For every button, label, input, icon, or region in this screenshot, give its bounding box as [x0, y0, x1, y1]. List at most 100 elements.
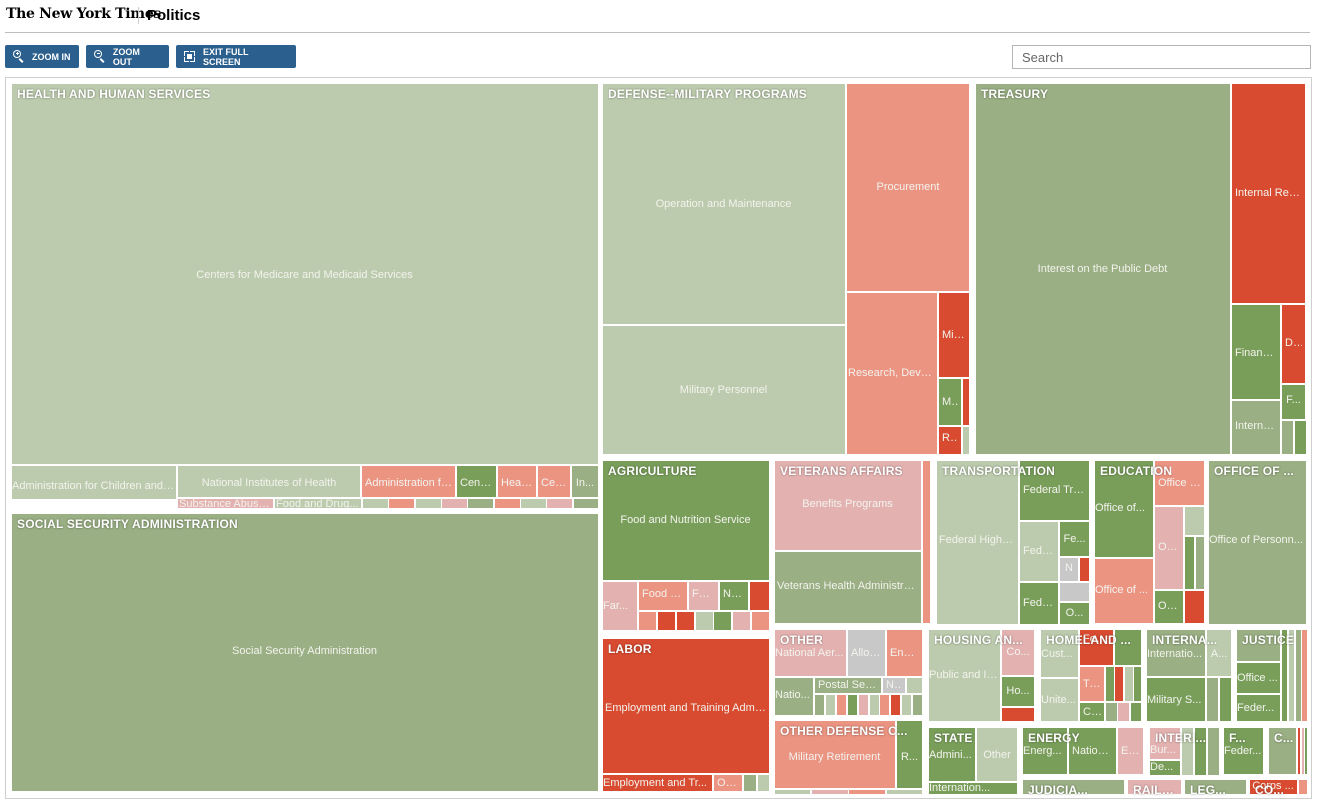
agency-cell-office-of-personn[interactable]: Office of Personn... — [1207, 459, 1307, 625]
agency-cell-military-s[interactable]: Military S... — [1145, 677, 1206, 722]
agency-cell-fede[interactable]: Fede... — [1019, 521, 1059, 582]
agency-cell[interactable] — [1304, 726, 1308, 775]
department-label[interactable]: SOCIAL SECURITY ADMINISTRATION — [17, 517, 238, 531]
department-label[interactable]: STATE — [934, 731, 973, 745]
agency-cell[interactable] — [1207, 726, 1220, 776]
agency-cell-allow[interactable]: Allow... — [847, 628, 886, 677]
department-label[interactable]: INTERNA... — [1152, 633, 1217, 647]
agency-cell[interactable] — [388, 498, 415, 510]
agency-cell[interactable] — [1114, 666, 1124, 702]
agency-cell-r[interactable]: R... — [938, 426, 962, 455]
agency-cell-offi[interactable]: Offi... — [1154, 506, 1184, 590]
department-label[interactable]: JUDICIA... — [1028, 783, 1088, 797]
agency-cell[interactable] — [757, 774, 771, 792]
agency-cell[interactable] — [847, 694, 858, 716]
agency-cell-en[interactable]: En... — [1117, 726, 1144, 775]
agency-cell[interactable] — [638, 611, 657, 631]
agency-cell[interactable] — [1301, 628, 1308, 722]
agency-cell-cente[interactable]: Cente... — [456, 465, 497, 498]
agency-cell[interactable] — [1281, 420, 1294, 455]
agency-cell-feder[interactable]: Feder... — [1235, 694, 1281, 722]
agency-cell-interest-on-the-public-debt[interactable]: Interest on the Public Debt — [974, 82, 1231, 455]
agency-cell[interactable] — [546, 498, 573, 510]
agency-cell-n[interactable]: N — [1059, 557, 1079, 582]
agency-cell-milit[interactable]: Milit... — [938, 292, 970, 378]
agency-cell-internal[interactable]: Internal... — [1231, 400, 1281, 455]
agency-cell[interactable] — [879, 694, 890, 716]
agency-cell-in[interactable]: In... — [571, 465, 599, 498]
agency-cell-fede[interactable]: Fede... — [1019, 582, 1059, 625]
agency-cell-centers-for-medicare-and-medicaid-services[interactable]: Centers for Medicare and Medicaid Servic… — [10, 82, 599, 465]
agency-cell[interactable] — [520, 498, 547, 510]
agency-cell[interactable] — [494, 498, 521, 510]
agency-cell-healt[interactable]: Healt... — [497, 465, 537, 498]
agency-cell-natio[interactable]: Natio... — [773, 677, 814, 716]
department-label[interactable]: JUSTICE — [1242, 633, 1294, 647]
agency-cell[interactable] — [695, 611, 714, 631]
department-label[interactable]: HOMELAND ... — [1046, 633, 1131, 647]
agency-cell-d[interactable]: D... — [1281, 304, 1306, 384]
department-label[interactable]: EDUCATION — [1100, 464, 1172, 478]
agency-cell-postal-service[interactable]: Postal Service — [814, 677, 882, 694]
agency-cell[interactable] — [1195, 536, 1206, 590]
agency-cell-fe[interactable]: Fe... — [1059, 521, 1090, 557]
agency-cell[interactable] — [713, 611, 732, 631]
agency-cell[interactable] — [1184, 506, 1205, 536]
agency-cell-for[interactable]: For... — [688, 581, 719, 611]
agency-cell[interactable] — [1079, 557, 1090, 582]
agency-cell-food-a[interactable]: Food a... — [638, 581, 688, 611]
agency-cell[interactable] — [1206, 677, 1219, 722]
agency-cell[interactable] — [362, 498, 389, 510]
agency-cell-federal-highw[interactable]: Federal Highw... — [935, 459, 1019, 625]
agency-cell-de[interactable]: De... — [1148, 760, 1181, 776]
agency-cell-far[interactable]: Far... — [601, 581, 638, 631]
agency-cell-cit[interactable]: Cit... — [1079, 702, 1105, 722]
agency-cell[interactable] — [1133, 666, 1143, 702]
agency-cell[interactable] — [962, 378, 970, 426]
agency-cell[interactable] — [573, 498, 600, 510]
department-label[interactable]: DEFENSE--MILITARY PROGRAMS — [608, 87, 807, 101]
agency-cell-mi[interactable]: Mi... — [938, 378, 962, 426]
agency-cell-national-institutes-of-health[interactable]: National Institutes of Health — [177, 465, 361, 498]
agency-cell-employment-and-training-admi[interactable]: Employment and Training Admi... — [601, 637, 770, 774]
department-label[interactable]: CO... — [1255, 783, 1284, 797]
agency-cell[interactable] — [743, 774, 757, 792]
department-label[interactable]: HEALTH AND HUMAN SERVICES — [17, 87, 210, 101]
department-label[interactable]: OTHER DEFENSE C... — [780, 724, 908, 738]
agency-cell-procurement[interactable]: Procurement — [846, 82, 970, 292]
department-label[interactable]: INTERI... — [1155, 731, 1206, 745]
agency-cell[interactable] — [657, 611, 676, 631]
agency-cell-offi[interactable]: Offi... — [713, 774, 743, 792]
agency-cell[interactable] — [1117, 702, 1130, 722]
department-label[interactable]: ENERGY — [1028, 731, 1080, 745]
agency-cell-employment-and-tr[interactable]: Employment and Tr... — [601, 774, 713, 792]
department-label[interactable]: VETERANS AFFAIRS — [780, 464, 903, 478]
agency-cell[interactable] — [825, 694, 836, 716]
department-label[interactable]: TRANSPORTATION — [942, 464, 1055, 478]
agency-cell[interactable] — [773, 789, 811, 795]
agency-cell[interactable] — [1219, 677, 1232, 722]
agency-cell[interactable] — [1059, 582, 1090, 602]
agency-cell-ho[interactable]: Ho... — [1001, 676, 1035, 707]
agency-cell-social-security-administration[interactable]: Social Security Administration — [10, 512, 599, 792]
department-label[interactable]: RAILRO... — [1133, 783, 1180, 797]
agency-cell[interactable] — [962, 426, 970, 455]
agency-cell[interactable] — [912, 694, 923, 716]
agency-cell-internation[interactable]: Internation... — [927, 782, 1018, 795]
agency-cell[interactable] — [1184, 590, 1205, 624]
agency-cell[interactable] — [1298, 778, 1308, 796]
agency-cell-office[interactable]: Office ... — [1235, 662, 1281, 694]
agency-cell-research-deve[interactable]: Research, Deve... — [846, 292, 938, 455]
agency-cell[interactable] — [811, 789, 849, 795]
agency-cell[interactable] — [901, 694, 912, 716]
agency-cell[interactable] — [886, 789, 924, 795]
department-label[interactable]: OFFICE OF ... — [1214, 464, 1294, 478]
agency-cell[interactable] — [749, 581, 770, 611]
agency-cell[interactable] — [415, 498, 442, 510]
agency-cell[interactable] — [1001, 707, 1035, 722]
department-label[interactable]: HOUSING AN... — [934, 633, 1023, 647]
agency-cell[interactable] — [676, 611, 695, 631]
agency-cell-veterans-health-administrat[interactable]: Veterans Health Administrat... — [773, 551, 922, 624]
agency-cell-food-and-drug[interactable]: Food and Drug... — [274, 498, 362, 510]
agency-cell-operation-and-maintenance[interactable]: Operation and Maintenance — [601, 82, 846, 325]
